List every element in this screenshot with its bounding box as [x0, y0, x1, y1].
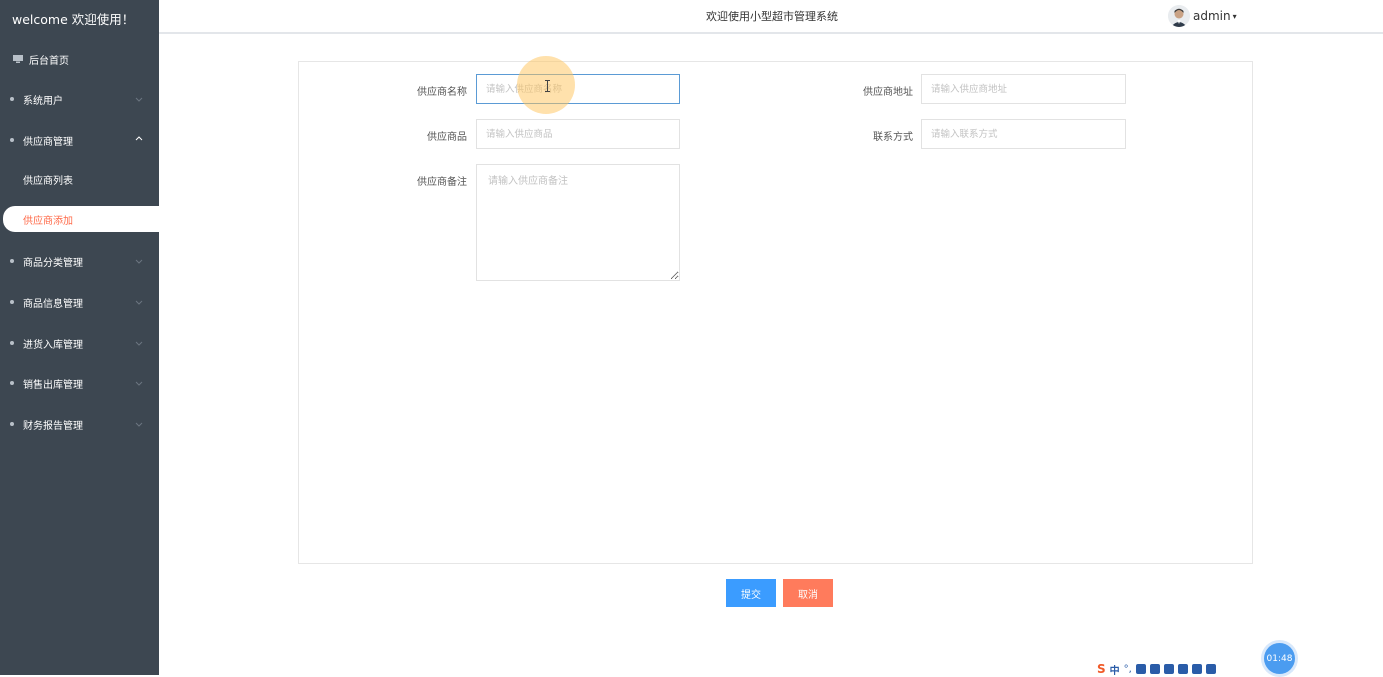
bullet-icon [10, 422, 14, 426]
sidebar-item-system-users[interactable]: 系统用户 [0, 84, 159, 114]
ime-punctuation[interactable]: °, [1124, 664, 1132, 675]
microphone-icon[interactable] [1149, 664, 1160, 674]
contact-input[interactable] [921, 119, 1126, 149]
sidebar-subitem-supplier-add[interactable]: 供应商添加 [3, 206, 159, 232]
sidebar-item-label: 进货入库管理 [23, 339, 83, 351]
user-menu[interactable]: admin ▾ [1168, 5, 1237, 27]
monitor-icon [13, 55, 23, 63]
supplier-goods-input[interactable] [476, 119, 680, 149]
sidebar-subitem-supplier-list[interactable]: 供应商列表 [0, 166, 159, 192]
sidebar-item-label: 后台首页 [29, 55, 69, 67]
bullet-icon [10, 97, 14, 101]
caret-down-icon: ▾ [1232, 11, 1237, 21]
bullet-icon [10, 259, 14, 263]
sogou-logo-icon: S [1097, 662, 1106, 676]
bullet-icon [10, 381, 14, 385]
user-icon[interactable] [1177, 664, 1188, 674]
supplier-goods-label: 供应商品 [427, 132, 467, 143]
ime-language[interactable]: 中 [1110, 662, 1120, 677]
sidebar-item-sales-management[interactable]: 销售出库管理 [0, 368, 159, 398]
supplier-remark-label: 供应商备注 [417, 177, 467, 188]
supplier-name-input[interactable] [476, 74, 680, 104]
sidebar-item-label: 供应商管理 [23, 136, 73, 148]
supplier-remark-textarea[interactable] [476, 164, 680, 281]
cancel-button[interactable]: 取消 [783, 579, 833, 607]
top-header: 欢迎使用小型超市管理系统 admin ▾ [159, 0, 1383, 34]
page-title: 欢迎使用小型超市管理系统 [706, 10, 838, 23]
username: admin [1193, 9, 1231, 23]
ime-toolbar[interactable]: S 中 °, [1097, 662, 1247, 677]
emoji-icon[interactable] [1135, 664, 1146, 674]
brand-title: welcome 欢迎使用！ [12, 12, 135, 27]
bullet-icon [10, 138, 14, 142]
sidebar: welcome 欢迎使用！ 后台首页 系统用户 供应商管理 供应商列表 供应商添… [0, 0, 159, 675]
sidebar-item-category-management[interactable]: 商品分类管理 [0, 246, 159, 276]
skin-icon[interactable] [1191, 664, 1202, 674]
clock-badge: 01:48 [1264, 643, 1295, 674]
supplier-name-label: 供应商名称 [417, 87, 467, 98]
sidebar-item-label: 财务报告管理 [23, 420, 83, 432]
bullet-icon [10, 341, 14, 345]
contact-label: 联系方式 [873, 132, 913, 143]
sidebar-item-product-management[interactable]: 商品信息管理 [0, 287, 159, 317]
chevron-down-icon [134, 419, 144, 429]
submit-button[interactable]: 提交 [726, 579, 776, 607]
sidebar-item-label: 商品分类管理 [23, 257, 83, 269]
sidebar-item-purchase-management[interactable]: 进货入库管理 [0, 328, 159, 358]
chevron-down-icon [134, 256, 144, 266]
sidebar-item-label: 销售出库管理 [23, 379, 83, 391]
chevron-down-icon [134, 297, 144, 307]
sidebar-item-label: 供应商添加 [23, 215, 73, 227]
chevron-down-icon [134, 94, 144, 104]
keyboard-icon[interactable] [1163, 664, 1174, 674]
sidebar-item-label: 供应商列表 [23, 175, 73, 187]
bullet-icon [10, 300, 14, 304]
sidebar-item-home[interactable]: 后台首页 [0, 44, 159, 74]
avatar [1168, 5, 1190, 27]
sidebar-item-label: 系统用户 [23, 95, 63, 107]
supplier-address-label: 供应商地址 [863, 87, 913, 98]
sidebar-item-supplier-management[interactable]: 供应商管理 [0, 125, 159, 155]
sidebar-item-finance-management[interactable]: 财务报告管理 [0, 409, 159, 439]
chevron-up-icon [134, 134, 144, 144]
chevron-down-icon [134, 338, 144, 348]
sidebar-item-label: 商品信息管理 [23, 298, 83, 310]
supplier-address-input[interactable] [921, 74, 1126, 104]
grid-menu-icon[interactable] [1205, 664, 1216, 674]
chevron-down-icon [134, 378, 144, 388]
